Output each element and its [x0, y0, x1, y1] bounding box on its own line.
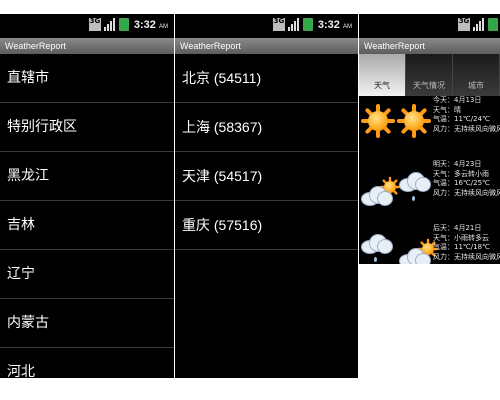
- tab-conditions[interactable]: 天气情况: [406, 54, 453, 96]
- forecast-temp: 气温：16℃/25℃: [433, 179, 490, 187]
- clock-time: 3:32: [133, 18, 156, 31]
- forecast-wind: 风力：无持续风向微风: [433, 124, 500, 133]
- status-clock: 3:32 AM: [134, 19, 168, 31]
- battery-icon: [302, 18, 313, 31]
- signal-icon: [287, 18, 300, 31]
- forecast-tomorrow: 明天：4月23日 天气：多云转小雨 气温：16℃/25℃ 风力：无持续风向微风: [359, 160, 500, 224]
- forecast-day-after: 后天：4月21日 天气：小雨转多云 气温：11℃/18℃ 风力：无持续风向微风: [359, 224, 500, 264]
- weather-screen: 3G WeatherReport 天气 天气情况 城市 今天：4月13日 天气：…: [359, 14, 500, 264]
- partly-cloudy-icon: [361, 172, 401, 212]
- forecast-weather: 天气：多云转小雨: [433, 169, 489, 178]
- forecast-date: 今天：4月13日: [433, 96, 482, 104]
- battery-icon: [488, 18, 498, 31]
- forecast-wind: 风力：无持续风向微风: [433, 188, 500, 197]
- forecast-temp: 气温：11℃/24℃: [433, 115, 490, 123]
- list-item-city[interactable]: 北京 (54511): [175, 54, 358, 103]
- list-item-province[interactable]: 辽宁: [0, 250, 174, 299]
- status-bar: 3G 3:32 AM: [175, 14, 358, 38]
- list-item-province[interactable]: 河北: [0, 348, 174, 378]
- network-3g-icon: 3G: [458, 18, 470, 31]
- sun-icon: [361, 104, 395, 138]
- tab-city[interactable]: 城市: [453, 54, 500, 96]
- list-item-city[interactable]: 天津 (54517): [175, 152, 358, 201]
- forecast-wind: 风力：无持续风向微风: [433, 252, 500, 261]
- tab-weather[interactable]: 天气: [359, 54, 406, 96]
- tab-bar: 天气 天气情况 城市: [359, 54, 500, 96]
- forecast-weather: 天气：小雨转多云: [433, 233, 489, 242]
- province-list: 直辖市 特别行政区 黑龙江 吉林 辽宁 内蒙古 河北: [0, 54, 174, 378]
- city-list: 北京 (54511) 上海 (58367) 天津 (54517) 重庆 (575…: [175, 54, 358, 250]
- cloud-rain-icon: [361, 234, 395, 264]
- sun-icon: [397, 104, 431, 138]
- clock-ampm: AM: [343, 23, 352, 30]
- cloud-rain-icon: [399, 172, 433, 212]
- signal-icon: [473, 18, 485, 31]
- list-item-province[interactable]: 内蒙古: [0, 299, 174, 348]
- network-3g-icon: 3G: [272, 18, 285, 31]
- forecast-temp: 气温：11℃/18℃: [433, 243, 490, 251]
- partly-cloudy-icon: [399, 234, 439, 264]
- forecast-weather: 天气：晴: [433, 105, 461, 114]
- app-title-bar: WeatherReport: [359, 38, 500, 54]
- list-item-province[interactable]: 特别行政区: [0, 103, 174, 152]
- list-item-province[interactable]: 吉林: [0, 201, 174, 250]
- clock-ampm: AM: [159, 23, 168, 30]
- app-title-bar: WeatherReport: [175, 38, 358, 54]
- status-clock: 3:32 AM: [318, 19, 352, 31]
- list-item-province[interactable]: 黑龙江: [0, 152, 174, 201]
- app-title-bar: WeatherReport: [0, 38, 174, 54]
- province-screen: 3G 3:32 AM WeatherReport 直辖市 特别行政区 黑龙江 吉…: [0, 14, 174, 378]
- network-3g-icon: 3G: [88, 18, 101, 31]
- forecast-date: 明天：4月23日: [433, 160, 482, 168]
- status-bar: 3G 3:32 AM: [0, 14, 174, 38]
- list-item-city[interactable]: 上海 (58367): [175, 103, 358, 152]
- list-item-city[interactable]: 重庆 (57516): [175, 201, 358, 250]
- signal-icon: [103, 18, 116, 31]
- list-item-province[interactable]: 直辖市: [0, 54, 174, 103]
- clock-time: 3:32: [317, 18, 340, 31]
- city-screen: 3G 3:32 AM WeatherReport 北京 (54511) 上海 (…: [175, 14, 358, 378]
- status-bar: 3G: [359, 14, 500, 38]
- forecast-today: 今天：4月13日 天气：晴 气温：11℃/24℃ 风力：无持续风向微风: [359, 96, 500, 160]
- battery-icon: [118, 18, 129, 31]
- forecast-date: 后天：4月21日: [433, 224, 482, 232]
